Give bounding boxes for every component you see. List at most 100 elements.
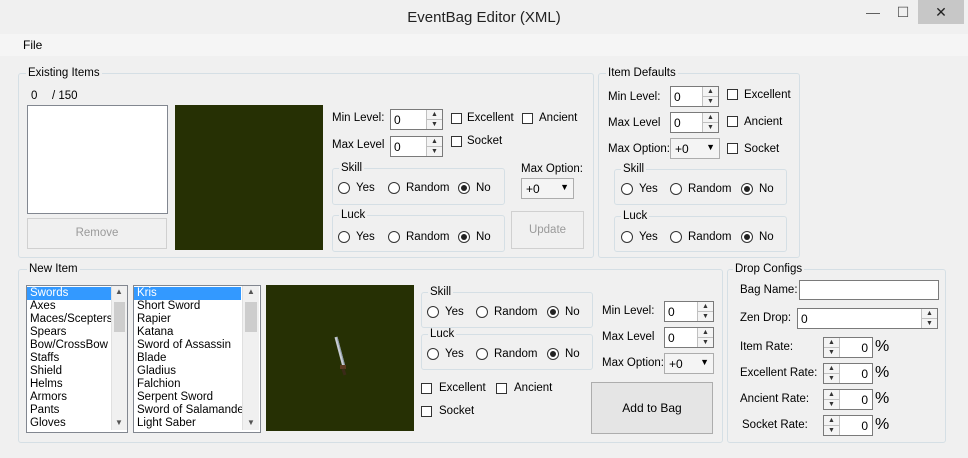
category-item[interactable]: Helms: [27, 378, 112, 391]
new-luck-random-radio[interactable]: [476, 348, 488, 360]
item-list[interactable]: Kris Short Sword Rapier Katana Sword of …: [133, 285, 261, 433]
new-max-level-spinner[interactable]: 0 ▲ ▼: [664, 327, 714, 348]
category-item[interactable]: Armors: [27, 391, 112, 404]
new-ancient-checkbox[interactable]: [496, 383, 507, 394]
new-socket-checkbox[interactable]: [421, 406, 432, 417]
ancient-rate-spinner[interactable]: ▲ ▼ 0: [823, 389, 873, 410]
existing-max-level-spinner[interactable]: 0 ▲ ▼: [390, 136, 443, 157]
spin-down-icon[interactable]: ▼: [922, 319, 937, 328]
defaults-skill-no-radio[interactable]: [741, 183, 753, 195]
spin-up-icon[interactable]: ▲: [824, 338, 839, 348]
maximize-button[interactable]: ☐: [888, 0, 918, 24]
spin-down-icon[interactable]: ▼: [824, 426, 839, 435]
update-button[interactable]: Update: [511, 211, 584, 249]
spin-up-icon[interactable]: ▲: [427, 110, 442, 120]
category-item[interactable]: Staffs: [27, 352, 112, 365]
item-list-entry[interactable]: Sword of Salamander: [134, 404, 248, 417]
new-min-level-spinner[interactable]: 0 ▲ ▼: [664, 301, 714, 322]
category-item[interactable]: Shield: [27, 365, 112, 378]
category-scrollbar[interactable]: ▲ ▼: [111, 286, 127, 430]
defaults-max-level-spinner[interactable]: 0 ▲ ▼: [670, 112, 719, 133]
spin-up-icon[interactable]: ▲: [698, 328, 713, 338]
item-list-entry[interactable]: Light Saber: [134, 417, 241, 430]
defaults-skill-yes-radio[interactable]: [621, 183, 633, 195]
existing-luck-yes-radio[interactable]: [338, 231, 350, 243]
minimize-button[interactable]: —: [858, 0, 888, 24]
spin-down-icon[interactable]: ▼: [698, 338, 713, 347]
item-list-entry[interactable]: Gladius: [134, 365, 241, 378]
defaults-luck-yes-radio[interactable]: [621, 231, 633, 243]
scroll-up-icon[interactable]: ▲: [115, 287, 123, 296]
spin-down-icon[interactable]: ▼: [698, 312, 713, 321]
new-skill-no-radio[interactable]: [547, 306, 559, 318]
new-max-option-select[interactable]: +0 ▼: [664, 353, 714, 374]
scroll-down-icon[interactable]: ▼: [115, 418, 123, 427]
spin-up-icon[interactable]: ▲: [824, 364, 839, 374]
defaults-ancient-checkbox[interactable]: [727, 116, 738, 127]
defaults-skill-random-radio[interactable]: [670, 183, 682, 195]
item-list-entry[interactable]: Falchion: [134, 378, 241, 391]
existing-skill-random-radio[interactable]: [388, 182, 400, 194]
item-list-entry[interactable]: Rapier: [134, 313, 241, 326]
new-excellent-checkbox[interactable]: [421, 383, 432, 394]
scroll-thumb[interactable]: [245, 302, 257, 332]
scroll-up-icon[interactable]: ▲: [247, 287, 255, 296]
existing-skill-yes-radio[interactable]: [338, 182, 350, 194]
existing-luck-random-radio[interactable]: [388, 231, 400, 243]
spin-down-icon[interactable]: ▼: [703, 97, 718, 106]
scroll-down-icon[interactable]: ▼: [247, 418, 255, 427]
existing-socket-checkbox[interactable]: [451, 136, 462, 147]
scroll-thumb[interactable]: [114, 302, 125, 332]
spin-up-icon[interactable]: ▲: [922, 309, 937, 319]
spin-up-icon[interactable]: ▲: [703, 113, 718, 123]
new-luck-yes-radio[interactable]: [427, 348, 439, 360]
close-button[interactable]: ✕: [918, 0, 964, 24]
category-item[interactable]: Pants: [27, 404, 112, 417]
existing-luck-no-radio[interactable]: [458, 231, 470, 243]
existing-skill-no-radio[interactable]: [458, 182, 470, 194]
existing-items-list[interactable]: [27, 105, 168, 214]
item-list-entry[interactable]: Serpent Sword: [134, 391, 241, 404]
defaults-luck-no-radio[interactable]: [741, 231, 753, 243]
defaults-socket-checkbox[interactable]: [727, 143, 738, 154]
spin-up-icon[interactable]: ▲: [703, 87, 718, 97]
new-skill-random-radio[interactable]: [476, 306, 488, 318]
remove-button[interactable]: Remove: [27, 218, 167, 249]
new-skill-yes-radio[interactable]: [427, 306, 439, 318]
spin-down-icon[interactable]: ▼: [427, 147, 442, 156]
menu-file[interactable]: File: [23, 38, 42, 52]
defaults-luck-random-radio[interactable]: [670, 231, 682, 243]
new-luck-no-radio[interactable]: [547, 348, 559, 360]
item-scrollbar[interactable]: ▲ ▼: [242, 286, 259, 430]
spin-down-icon[interactable]: ▼: [427, 120, 442, 129]
item-list-entry[interactable]: Short Sword: [134, 300, 241, 313]
add-to-bag-button[interactable]: Add to Bag: [591, 382, 713, 434]
category-item[interactable]: Axes: [27, 300, 112, 313]
defaults-max-option-select[interactable]: +0 ▼: [670, 138, 720, 159]
socket-rate-spinner[interactable]: ▲ ▼ 0: [823, 415, 873, 436]
category-item[interactable]: Gloves: [27, 417, 112, 430]
excellent-rate-spinner[interactable]: ▲ ▼ 0: [823, 363, 873, 384]
defaults-excellent-checkbox[interactable]: [727, 89, 738, 100]
item-list-entry[interactable]: Katana: [134, 326, 241, 339]
existing-ancient-checkbox[interactable]: [522, 113, 533, 124]
spin-down-icon[interactable]: ▼: [824, 374, 839, 383]
item-rate-spinner[interactable]: ▲ ▼ 0: [823, 337, 873, 358]
spin-up-icon[interactable]: ▲: [698, 302, 713, 312]
bag-name-input[interactable]: [799, 280, 939, 300]
item-list-entry[interactable]: Blade: [134, 352, 241, 365]
zen-drop-spinner[interactable]: 0 ▲ ▼: [797, 308, 938, 329]
category-item[interactable]: Maces/Scepters: [27, 313, 112, 326]
spin-down-icon[interactable]: ▼: [824, 348, 839, 357]
category-item[interactable]: Spears: [27, 326, 112, 339]
category-list[interactable]: Swords Axes Maces/Scepters Spears Bow/Cr…: [26, 285, 128, 433]
category-item[interactable]: Bow/CrossBow: [27, 339, 112, 352]
item-list-entry[interactable]: Sword of Assassin: [134, 339, 241, 352]
spin-down-icon[interactable]: ▼: [703, 123, 718, 132]
item-list-entry[interactable]: Kris: [134, 287, 241, 300]
spin-down-icon[interactable]: ▼: [824, 400, 839, 409]
category-item[interactable]: Swords: [27, 287, 112, 300]
existing-min-level-spinner[interactable]: 0 ▲ ▼: [390, 109, 443, 130]
spin-up-icon[interactable]: ▲: [427, 137, 442, 147]
spin-up-icon[interactable]: ▲: [824, 390, 839, 400]
